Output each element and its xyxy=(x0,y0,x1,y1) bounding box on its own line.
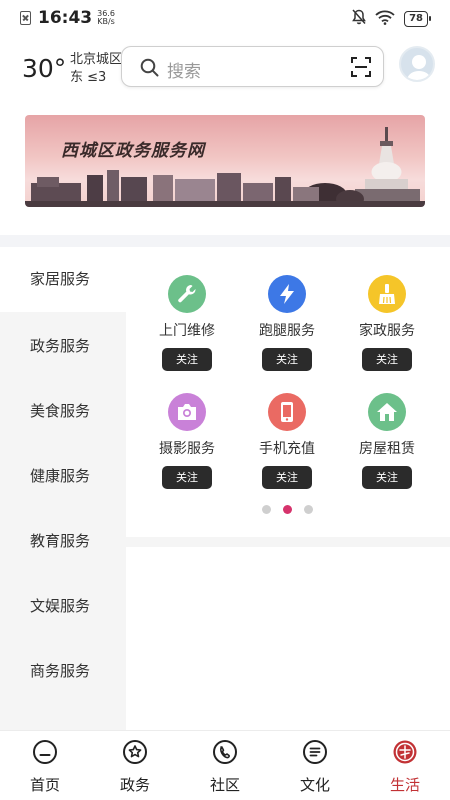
government-icon xyxy=(122,739,148,765)
service-item-photography[interactable]: 摄影服务 关注 xyxy=(137,393,237,489)
weather-info: 北京城区 东 ≤3 xyxy=(70,51,122,87)
page-dot[interactable] xyxy=(262,505,271,514)
nav-label: 文化 xyxy=(299,776,330,794)
service-label: 手机充值 xyxy=(259,441,315,457)
home-icon xyxy=(32,739,58,765)
search-input[interactable]: 搜索 xyxy=(121,46,384,87)
banner[interactable]: 西城区政务服务网 xyxy=(25,115,425,207)
service-item-housekeeping[interactable]: 家政服务 关注 xyxy=(337,275,437,371)
section-divider xyxy=(0,235,450,247)
camera-icon xyxy=(168,393,206,431)
culture-icon xyxy=(302,739,328,765)
search-icon xyxy=(140,58,159,81)
house-icon xyxy=(368,393,406,431)
phone-icon xyxy=(268,393,306,431)
service-label: 房屋租赁 xyxy=(359,441,415,457)
nav-item-life[interactable]: 生活 xyxy=(370,739,440,795)
notification-icon xyxy=(20,11,31,25)
sidebar-item-education-services[interactable]: 教育服务 xyxy=(0,509,126,574)
weather-district: 北京城区 xyxy=(70,52,123,67)
service-item-phone-recharge[interactable]: 手机充值 关注 xyxy=(237,393,337,489)
nav-item-home[interactable]: 首页 xyxy=(10,739,80,795)
wifi-icon xyxy=(375,10,395,29)
service-item-house-rental[interactable]: 房屋租赁 关注 xyxy=(337,393,437,489)
follow-button[interactable]: 关注 xyxy=(162,348,212,371)
status-time: 16:43 xyxy=(38,8,93,28)
sidebar-item-business-services[interactable]: 商务服务 xyxy=(0,639,126,704)
bottom-navigation: 首页 政务 社区 文化 生活 xyxy=(0,730,450,800)
nav-item-community[interactable]: 社区 xyxy=(190,739,260,795)
follow-button[interactable]: 关注 xyxy=(262,348,312,371)
network-speed: 36.6 KB/s xyxy=(97,10,115,26)
network-speed-unit: KB/s xyxy=(97,17,115,26)
user-avatar[interactable] xyxy=(399,46,435,82)
banner-title: 西城区政务服务网 xyxy=(61,141,205,161)
service-grid: 上门维修 关注 跑腿服务 关注 家政服务 关注 摄影服务 关注 手机充值 关注 … xyxy=(126,247,450,537)
banner-cityscape-illustration xyxy=(25,127,425,207)
mute-bell-icon xyxy=(352,9,366,29)
lightning-icon xyxy=(268,275,306,313)
page-dot[interactable] xyxy=(304,505,313,514)
wrench-icon xyxy=(168,275,206,313)
service-label: 摄影服务 xyxy=(159,441,215,457)
follow-button[interactable]: 关注 xyxy=(362,348,412,371)
service-item-errand[interactable]: 跑腿服务 关注 xyxy=(237,275,337,371)
weather-wind: 东 ≤3 xyxy=(70,70,107,85)
page-dot-active[interactable] xyxy=(283,505,292,514)
sidebar-item-food-services[interactable]: 美食服务 xyxy=(0,379,126,444)
category-sidebar: 家居服务 政务服务 美食服务 健康服务 教育服务 文娱服务 商务服务 xyxy=(0,247,126,730)
community-icon xyxy=(212,739,238,765)
service-label: 家政服务 xyxy=(359,323,415,339)
follow-button[interactable]: 关注 xyxy=(362,466,412,489)
service-label: 跑腿服务 xyxy=(259,323,315,339)
nav-label: 政务 xyxy=(119,776,150,794)
service-item-repair[interactable]: 上门维修 关注 xyxy=(137,275,237,371)
nav-item-government[interactable]: 政务 xyxy=(100,739,170,795)
search-placeholder: 搜索 xyxy=(167,62,201,82)
broom-icon xyxy=(368,275,406,313)
status-bar: 16:43 36.6 KB/s 78 xyxy=(0,0,450,36)
weather-temperature: 30° xyxy=(22,54,67,83)
life-icon xyxy=(392,739,418,765)
sidebar-item-government-services[interactable]: 政务服务 xyxy=(0,314,126,379)
sidebar-item-health-services[interactable]: 健康服务 xyxy=(0,444,126,509)
page-indicator xyxy=(262,505,313,514)
status-left: 16:43 36.6 KB/s xyxy=(20,8,115,28)
content-empty-area xyxy=(126,537,450,730)
app-screen: 16:43 36.6 KB/s 78 30° 北京城区 东 ≤3 搜索 西城区政… xyxy=(0,0,450,800)
sidebar-item-home-services[interactable]: 家居服务 xyxy=(0,247,126,312)
follow-button[interactable]: 关注 xyxy=(262,466,312,489)
battery-indicator: 78 xyxy=(404,11,431,27)
nav-label: 社区 xyxy=(209,776,240,794)
service-label: 上门维修 xyxy=(159,323,215,339)
scan-icon[interactable] xyxy=(351,57,371,81)
sidebar-item-entertainment-services[interactable]: 文娱服务 xyxy=(0,574,126,639)
follow-button[interactable]: 关注 xyxy=(162,466,212,489)
status-right: 78 xyxy=(352,9,431,29)
nav-item-culture[interactable]: 文化 xyxy=(280,739,350,795)
nav-label: 生活 xyxy=(389,776,420,794)
nav-label: 首页 xyxy=(29,776,60,794)
